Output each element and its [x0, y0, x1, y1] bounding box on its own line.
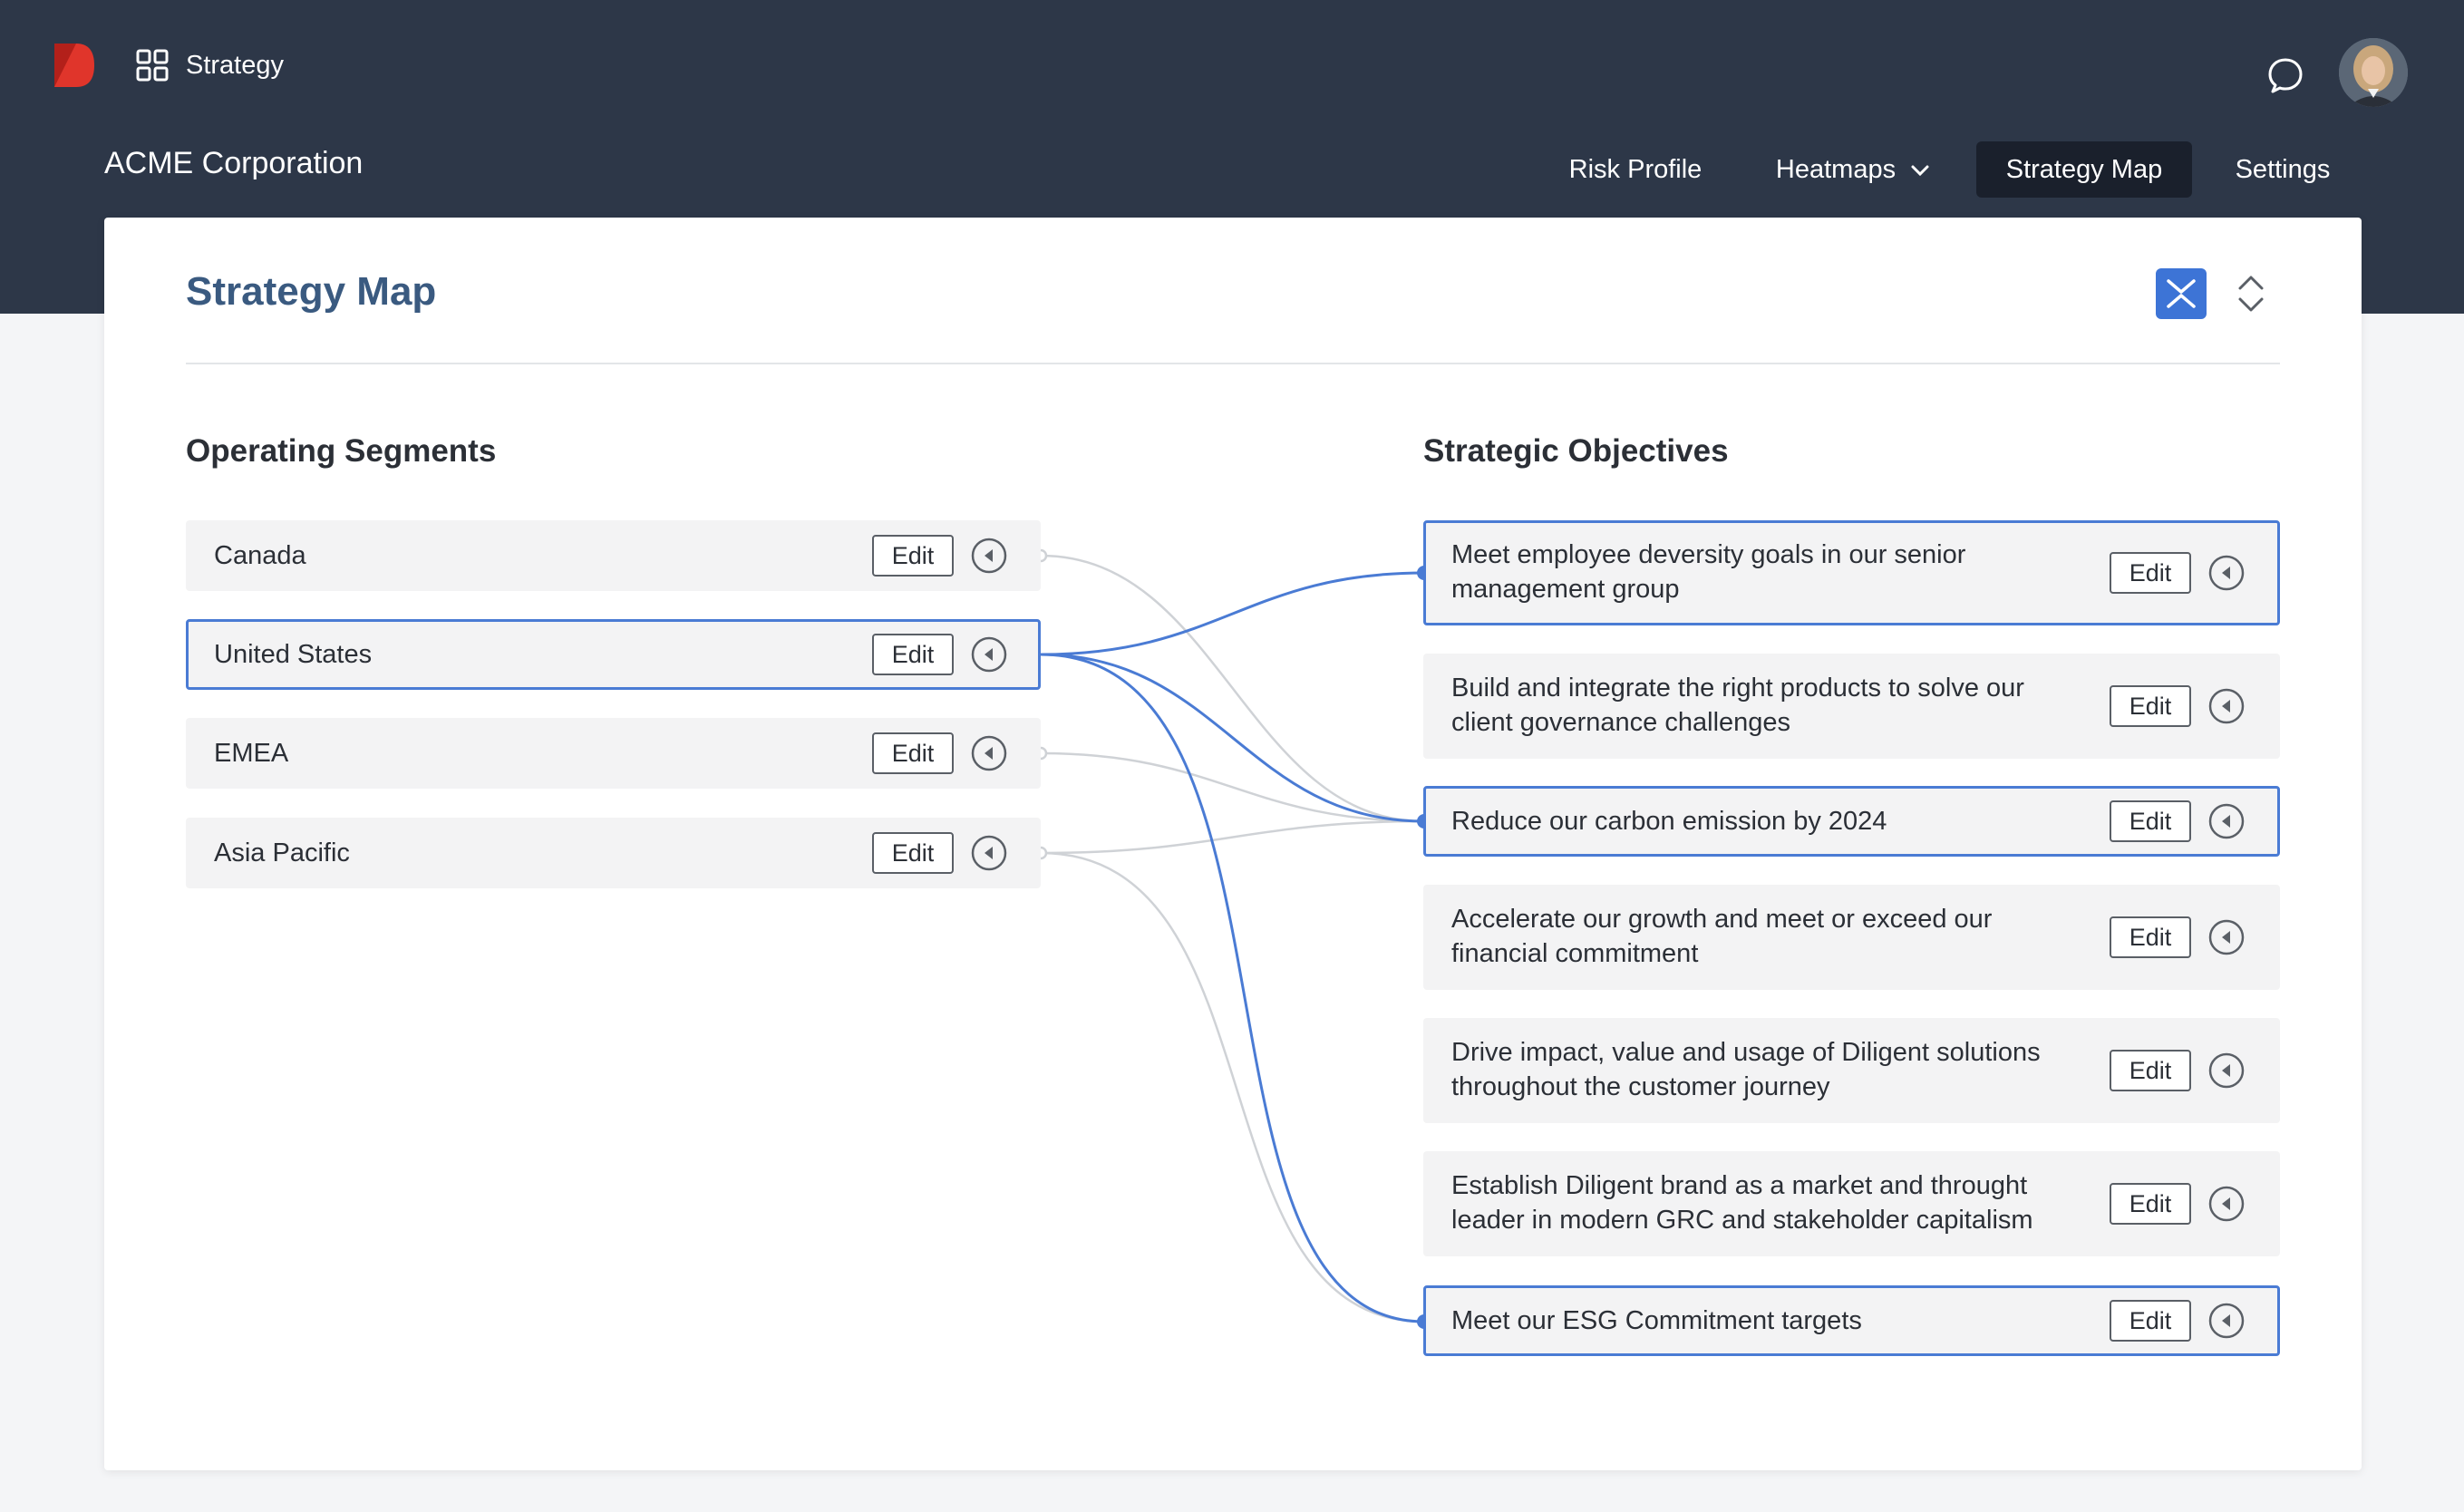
- org-name: ACME Corporation: [104, 146, 364, 180]
- nav-heatmaps[interactable]: Heatmaps: [1759, 141, 1949, 198]
- edit-button[interactable]: Edit: [872, 535, 954, 577]
- objective-label: Meet our ESG Commitment targets: [1451, 1306, 1862, 1335]
- left-arrow-circle-icon[interactable]: [2207, 687, 2246, 725]
- objective-label: Accelerate our growth and meet or exceed…: [1451, 905, 1993, 968]
- chat-bubble-icon[interactable]: [2266, 56, 2304, 94]
- objective-label: Drive impact, value and usage of Diligen…: [1451, 1038, 2041, 1101]
- segment-label: Canada: [214, 541, 306, 570]
- apps-grid-icon[interactable]: [136, 49, 169, 82]
- edit-button[interactable]: Edit: [872, 832, 954, 874]
- left-arrow-circle-icon[interactable]: [970, 734, 1008, 772]
- left-arrow-circle-icon[interactable]: [2207, 802, 2246, 840]
- left-arrow-circle-icon[interactable]: [970, 834, 1008, 872]
- segment-row-emea[interactable]: EMEA Edit: [186, 718, 1041, 789]
- left-arrow-circle-icon[interactable]: [970, 537, 1008, 575]
- nav-risk-profile[interactable]: Risk Profile: [1552, 141, 1719, 198]
- connector-us-diversity: [1040, 571, 1425, 656]
- segment-row-united-states[interactable]: United States Edit: [186, 619, 1041, 690]
- avatar[interactable]: [2339, 38, 2408, 107]
- left-arrow-circle-icon[interactable]: [2207, 1302, 2246, 1340]
- objective-row-growth[interactable]: Accelerate our growth and meet or exceed…: [1423, 885, 2280, 990]
- connector-us-esg: [1040, 653, 1425, 1323]
- segment-label: Asia Pacific: [214, 838, 350, 867]
- nav-heatmaps-label: Heatmaps: [1775, 155, 1897, 184]
- objective-row-esg[interactable]: Meet our ESG Commitment targets Edit: [1423, 1285, 2280, 1356]
- edit-button[interactable]: Edit: [2110, 916, 2191, 958]
- segment-row-canada[interactable]: Canada Edit: [186, 520, 1041, 591]
- objective-label: Reduce our carbon emission by 2024: [1451, 807, 1887, 836]
- left-arrow-circle-icon[interactable]: [2207, 1052, 2246, 1090]
- objective-label: Meet employee deversity goals in our sen…: [1451, 540, 1966, 604]
- edit-button[interactable]: Edit: [872, 732, 954, 774]
- segment-label: EMEA: [214, 739, 289, 768]
- left-arrow-circle-icon[interactable]: [2207, 918, 2246, 956]
- connector-asia-carbon: [1040, 819, 1425, 855]
- nav-settings[interactable]: Settings: [2219, 141, 2346, 198]
- connector-asia-esg: [1040, 851, 1425, 1323]
- objective-label: Build and integrate the right products t…: [1451, 674, 2024, 737]
- left-arrow-circle-icon[interactable]: [2207, 554, 2246, 592]
- connector-canada-carbon: [1040, 554, 1425, 823]
- objective-row-brand[interactable]: Establish Diligent brand as a market and…: [1423, 1151, 2280, 1256]
- left-arrow-circle-icon[interactable]: [970, 635, 1008, 674]
- chevron-down-icon: [1911, 165, 1929, 177]
- left-arrow-circle-icon[interactable]: [2207, 1185, 2246, 1223]
- objective-row-governance[interactable]: Build and integrate the right products t…: [1423, 654, 2280, 759]
- edit-button[interactable]: Edit: [2110, 685, 2191, 727]
- edit-button[interactable]: Edit: [2110, 1050, 2191, 1091]
- strategy-map-card: Strategy Map Operating Segments Strategi…: [104, 218, 2362, 1470]
- edit-button[interactable]: Edit: [2110, 552, 2191, 594]
- objective-row-carbon[interactable]: Reduce our carbon emission by 2024 Edit: [1423, 786, 2280, 857]
- edit-button[interactable]: Edit: [872, 634, 954, 675]
- nav-strategy-map[interactable]: Strategy Map: [1976, 141, 2192, 198]
- segment-label: United States: [214, 640, 373, 669]
- edit-button[interactable]: Edit: [2110, 1183, 2191, 1225]
- edit-button[interactable]: Edit: [2110, 800, 2191, 842]
- objective-label: Establish Diligent brand as a market and…: [1451, 1171, 2033, 1235]
- edit-button[interactable]: Edit: [2110, 1300, 2191, 1342]
- objective-row-diversity[interactable]: Meet employee deversity goals in our sen…: [1423, 520, 2280, 625]
- diligent-logo[interactable]: [51, 40, 98, 91]
- objective-row-customer-journey[interactable]: Drive impact, value and usage of Diligen…: [1423, 1018, 2280, 1123]
- segment-row-asia-pacific[interactable]: Asia Pacific Edit: [186, 818, 1041, 888]
- app-name[interactable]: Strategy: [186, 47, 284, 83]
- connector-us-carbon: [1040, 653, 1425, 823]
